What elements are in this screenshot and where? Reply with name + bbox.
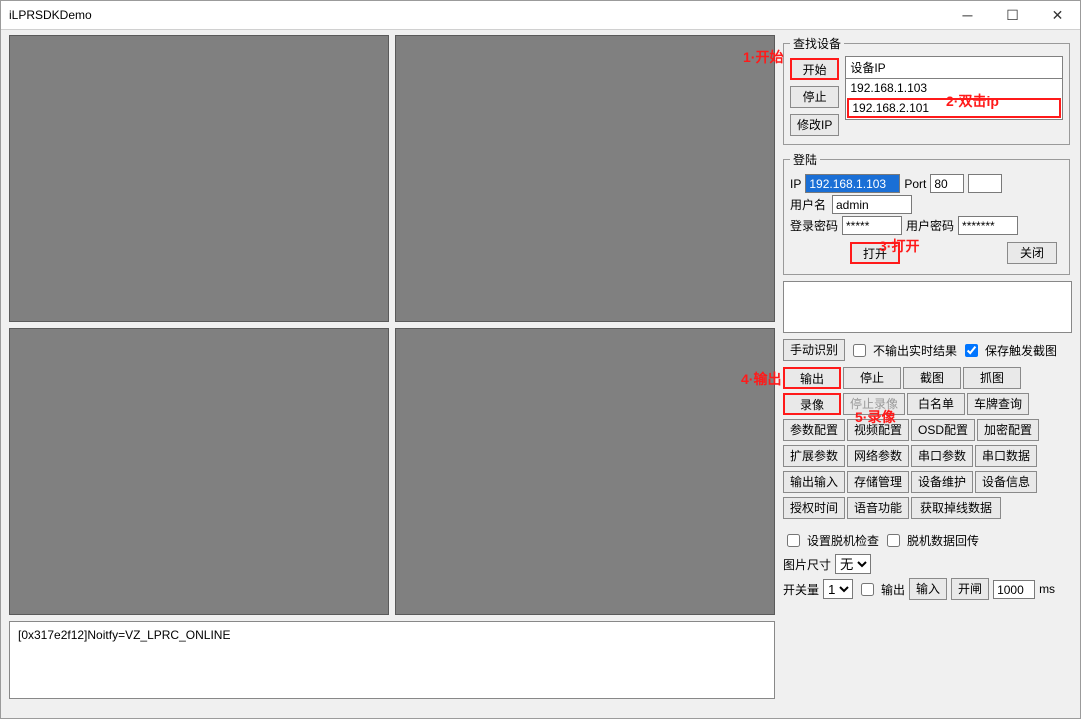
close-icon[interactable]: ✕ — [1035, 1, 1080, 29]
video-panel-4[interactable] — [395, 328, 775, 615]
ext-param-button[interactable]: 扩展参数 — [783, 445, 845, 467]
login-pwd-label: 登录密码 — [790, 217, 838, 234]
output-button[interactable]: 输出 — [783, 367, 841, 389]
switch-select[interactable]: 1 — [823, 579, 853, 599]
window-title: iLPRSDKDemo — [1, 8, 945, 22]
no-realtime-checkbox[interactable]: 不输出实时结果 — [849, 341, 957, 360]
app-window: iLPRSDKDemo ─ ☐ ✕ [0x317e2f12]Noitfy=VZ_… — [0, 0, 1081, 719]
io-button[interactable]: 输出输入 — [783, 471, 845, 493]
op-area: 手动识别 不输出实时结果 保存触发截图 输出 停止 截图 抓图 录像 停止录像 … — [783, 337, 1070, 602]
open-button[interactable]: 打开 — [850, 242, 900, 264]
start-search-button[interactable]: 开始 — [790, 58, 839, 80]
close-button[interactable]: 关闭 — [1007, 242, 1057, 264]
stop-output-button[interactable]: 停止 — [843, 367, 901, 389]
param-config-button[interactable]: 参数配置 — [783, 419, 845, 441]
record-button[interactable]: 录像 — [783, 393, 841, 415]
device-list-header: 设备IP — [845, 56, 1063, 79]
video-config-button[interactable]: 视频配置 — [847, 419, 909, 441]
output-checkbox[interactable]: 输出 — [857, 580, 905, 599]
ms-field[interactable]: 1000 — [993, 580, 1035, 599]
device-ip-row[interactable]: 192.168.1.103 — [846, 79, 1062, 97]
offline-check-checkbox[interactable]: 设置脱机检查 — [783, 531, 879, 550]
ip-field[interactable]: 192.168.1.103 — [805, 174, 900, 193]
video-panel-2[interactable] — [395, 35, 775, 322]
message-box[interactable] — [783, 281, 1072, 333]
whitelist-button[interactable]: 白名单 — [907, 393, 965, 415]
port-field[interactable]: 80 — [930, 174, 964, 193]
login-pwd-field[interactable]: ***** — [842, 216, 902, 235]
img-size-label: 图片尺寸 — [783, 556, 831, 573]
login-legend: 登陆 — [790, 151, 820, 168]
storage-button[interactable]: 存储管理 — [847, 471, 909, 493]
net-param-button[interactable]: 网络参数 — [847, 445, 909, 467]
log-output[interactable]: [0x317e2f12]Noitfy=VZ_LPRC_ONLINE — [9, 621, 775, 699]
offline-data-checkbox[interactable]: 脱机数据回传 — [883, 531, 979, 550]
video-area: [0x317e2f12]Noitfy=VZ_LPRC_ONLINE — [9, 35, 775, 699]
manual-recognize-button[interactable]: 手动识别 — [783, 339, 845, 361]
save-trigger-checkbox[interactable]: 保存触发截图 — [961, 341, 1057, 360]
drop-data-button[interactable]: 获取掉线数据 — [911, 497, 1001, 519]
plate-query-button[interactable]: 车牌查询 — [967, 393, 1029, 415]
modify-ip-button[interactable]: 修改IP — [790, 114, 839, 136]
stop-record-button[interactable]: 停止录像 — [843, 393, 905, 415]
serial-data-button[interactable]: 串口数据 — [975, 445, 1037, 467]
video-panel-3[interactable] — [9, 328, 389, 615]
search-legend: 查找设备 — [790, 35, 844, 52]
video-panel-1[interactable] — [9, 35, 389, 322]
user-pwd-label: 用户密码 — [906, 217, 954, 234]
user-pwd-field[interactable]: ******* — [958, 216, 1018, 235]
maintain-button[interactable]: 设备维护 — [911, 471, 973, 493]
search-group: 查找设备 开始 停止 修改IP 设备IP 192.168.1.103 192.1… — [783, 35, 1070, 145]
switch-label: 开关量 — [783, 581, 819, 598]
img-size-select[interactable]: 无 — [835, 554, 871, 574]
right-panel: 查找设备 开始 停止 修改IP 设备IP 192.168.1.103 192.1… — [783, 35, 1070, 604]
ms-label: ms — [1039, 582, 1055, 596]
minimize-icon[interactable]: ─ — [945, 1, 990, 29]
encrypt-config-button[interactable]: 加密配置 — [977, 419, 1039, 441]
osd-config-button[interactable]: OSD配置 — [911, 419, 975, 441]
extra-port-field[interactable] — [968, 174, 1002, 193]
input-button[interactable]: 输入 — [909, 578, 947, 600]
voice-button[interactable]: 语音功能 — [847, 497, 909, 519]
grab-button[interactable]: 抓图 — [963, 367, 1021, 389]
auth-time-button[interactable]: 授权时间 — [783, 497, 845, 519]
ip-label: IP — [790, 177, 801, 191]
open-gate-button[interactable]: 开闸 — [951, 578, 989, 600]
port-label: Port — [904, 177, 926, 191]
log-line: [0x317e2f12]Noitfy=VZ_LPRC_ONLINE — [18, 628, 766, 642]
screenshot-button[interactable]: 截图 — [903, 367, 961, 389]
maximize-icon[interactable]: ☐ — [990, 1, 1035, 29]
titlebar: iLPRSDKDemo ─ ☐ ✕ — [1, 1, 1080, 30]
user-label: 用户名 — [790, 196, 828, 213]
stop-search-button[interactable]: 停止 — [790, 86, 839, 108]
devinfo-button[interactable]: 设备信息 — [975, 471, 1037, 493]
serial-param-button[interactable]: 串口参数 — [911, 445, 973, 467]
client-area: [0x317e2f12]Noitfy=VZ_LPRC_ONLINE 查找设备 开… — [1, 29, 1080, 718]
device-ip-row[interactable]: 192.168.2.101 — [847, 98, 1061, 118]
user-field[interactable]: admin — [832, 195, 912, 214]
login-group: 登陆 IP 192.168.1.103 Port 80 用户名 admin 登录… — [783, 151, 1070, 275]
